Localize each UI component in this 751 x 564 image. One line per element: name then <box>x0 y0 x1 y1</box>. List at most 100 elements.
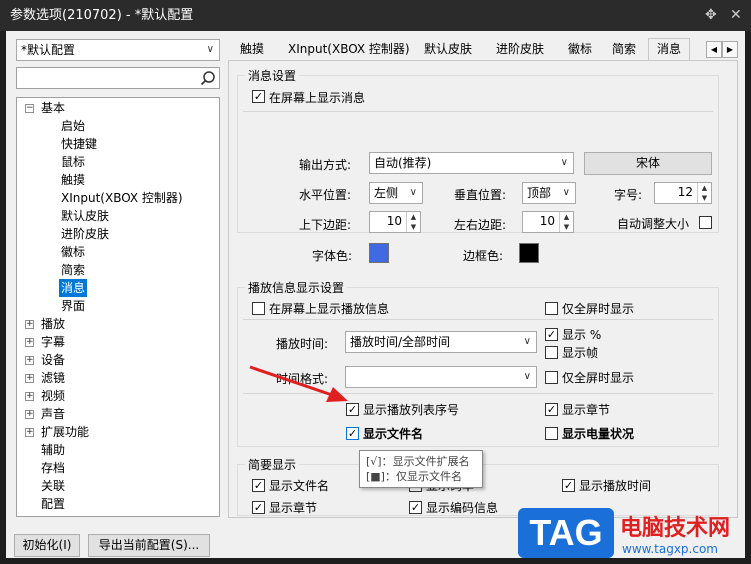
group-title: 播放信息显示设置 <box>245 279 348 296</box>
window-title: 参数选项(210702) - *默认配置 <box>10 8 194 23</box>
chevron-down-icon: ∨ <box>562 187 570 198</box>
show-frame-checkbox[interactable] <box>545 346 558 359</box>
profile-select[interactable]: *默认配置 ∨ <box>16 39 220 61</box>
tab[interactable]: 默认皮肤 <box>424 40 472 60</box>
tab[interactable]: 简索 <box>612 40 636 60</box>
font-color-swatch[interactable] <box>369 243 389 263</box>
expand-icon[interactable]: + <box>25 338 34 347</box>
tree-item[interactable]: 视频 <box>41 387 65 405</box>
tooltip-line: [■]：仅显示文件名 <box>366 470 462 483</box>
fullscreen-only-label-1: 仅全屏时显示 <box>562 302 635 316</box>
chevron-down-icon: ∨ <box>409 187 417 198</box>
tab[interactable]: 进阶皮肤 <box>496 40 544 60</box>
tab[interactable]: 徽标 <box>568 40 592 60</box>
tree-item[interactable]: 存档 <box>41 459 65 477</box>
tab-next-button[interactable]: ▶ <box>722 41 738 58</box>
pin-icon[interactable]: ✥ <box>705 0 717 31</box>
tree-item[interactable]: XInput(XBOX 控制器) <box>61 189 183 207</box>
init-button[interactable]: 初始化(I) <box>14 534 80 557</box>
tree-item-basic[interactable]: 基本 <box>41 99 65 117</box>
show-chapter-checkbox[interactable]: ✓ <box>545 403 558 416</box>
show-battery-checkbox[interactable] <box>545 427 558 440</box>
tree-item[interactable]: 设备 <box>41 351 65 369</box>
vpos-select[interactable]: 顶部 ∨ <box>522 182 576 204</box>
tree-item[interactable]: 快捷键 <box>61 135 97 153</box>
dialog-client: *默认配置 ∨ − 基本 启始 快捷键 鼠标 触摸 XInput(XBOX 控制器) 默认… <box>6 31 745 558</box>
tooltip: [√]：显示文件扩展名 [■]：仅显示文件名 <box>359 450 483 488</box>
show-percent-checkbox[interactable]: ✓ <box>545 328 558 341</box>
spin-down-icon[interactable]: ▼ <box>559 222 573 232</box>
title-bar: 参数选项(210702) - *默认配置 ✥ ✕ <box>0 0 751 31</box>
tree-item[interactable]: 声音 <box>41 405 65 423</box>
tree-item[interactable]: 界面 <box>61 297 85 315</box>
fontsize-spinner[interactable]: 12 ▲ ▼ <box>654 182 712 204</box>
tree-item[interactable]: 启始 <box>61 117 85 135</box>
tab[interactable]: XInput(XBOX 控制器) <box>288 40 410 60</box>
fullscreen-only-checkbox-2[interactable] <box>545 371 558 384</box>
tree-item[interactable]: 字幕 <box>41 333 65 351</box>
font-button[interactable]: 宋体 <box>584 152 712 175</box>
tree-item[interactable]: 扩展功能 <box>41 423 89 441</box>
show-frame-label: 显示帧 <box>562 346 599 360</box>
playtime-value: 播放时间/全部时间 <box>350 335 451 349</box>
tree-item[interactable]: 关联 <box>41 477 65 495</box>
tree-item[interactable]: 播放 <box>41 315 65 333</box>
tab[interactable]: 触摸 <box>240 40 264 60</box>
hpos-value: 左侧 <box>374 186 399 200</box>
tab-prev-button[interactable]: ◀ <box>706 41 722 58</box>
brief-codec-checkbox[interactable]: ✓ <box>409 501 422 514</box>
brief-chapter-checkbox[interactable]: ✓ <box>252 501 265 514</box>
hpos-select[interactable]: 左侧 ∨ <box>369 182 423 204</box>
tree-item[interactable]: 辅助 <box>41 441 65 459</box>
spin-up-icon[interactable]: ▲ <box>559 212 573 222</box>
watermark-url: www.tagxp.com <box>622 542 718 556</box>
autosize-label: 自动调整大小 <box>617 217 690 231</box>
expand-icon[interactable]: + <box>25 410 34 419</box>
tree-item[interactable]: 配置 <box>41 495 65 513</box>
tree-item[interactable]: 徽标 <box>61 243 85 261</box>
search-input[interactable] <box>19 69 197 87</box>
category-tree: − 基本 启始 快捷键 鼠标 触摸 XInput(XBOX 控制器) 默认皮肤 进阶皮肤 徽标… <box>16 97 220 517</box>
show-filename-label: 显示文件名 <box>363 427 424 441</box>
search-icon[interactable] <box>200 70 216 86</box>
close-icon[interactable]: ✕ <box>730 0 742 31</box>
timeformat-select[interactable]: ∨ <box>345 366 537 388</box>
spin-down-icon[interactable]: ▼ <box>697 193 711 203</box>
tree-item[interactable]: 鼠标 <box>61 153 85 171</box>
chevron-down-icon: ∨ <box>206 44 214 55</box>
tree-item[interactable]: 触摸 <box>61 171 85 189</box>
spin-up-icon[interactable]: ▲ <box>697 183 711 193</box>
search-box <box>16 67 220 89</box>
export-config-button[interactable]: 导出当前配置(S)... <box>88 534 210 557</box>
tab-strip: 触摸 XInput(XBOX 控制器) 默认皮肤 进阶皮肤 徽标 简索 消息 ◀ ▶ <box>228 31 738 61</box>
spin-up-icon[interactable]: ▲ <box>406 212 420 222</box>
brief-playtime-checkbox[interactable]: ✓ <box>562 479 575 492</box>
show-filename-checkbox[interactable]: ✓ <box>346 427 359 440</box>
expand-icon[interactable]: + <box>25 320 34 329</box>
spin-down-icon[interactable]: ▼ <box>406 222 420 232</box>
output-select[interactable]: 自动(推荐) ∨ <box>369 152 574 174</box>
tree-item[interactable]: 简索 <box>61 261 85 279</box>
fullscreen-only-checkbox-1[interactable] <box>545 302 558 315</box>
tree-item[interactable]: 默认皮肤 <box>61 207 109 225</box>
border-color-swatch[interactable] <box>519 243 539 263</box>
vmargin-spinner[interactable]: 10 ▲ ▼ <box>369 211 421 233</box>
show-play-info-checkbox[interactable] <box>252 302 265 315</box>
autosize-checkbox[interactable] <box>699 216 712 229</box>
expand-icon[interactable]: + <box>25 392 34 401</box>
expand-icon[interactable]: + <box>25 374 34 383</box>
chevron-down-icon: ∨ <box>560 157 568 168</box>
watermark: TAG 电脑技术网 www.tagxp.com <box>518 506 746 560</box>
playtime-select[interactable]: 播放时间/全部时间 ∨ <box>345 331 537 353</box>
hmargin-spinner[interactable]: 10 ▲ ▼ <box>522 211 574 233</box>
tree-item[interactable]: 滤镜 <box>41 369 65 387</box>
tree-item[interactable]: 消息 <box>59 279 88 297</box>
expand-icon[interactable]: + <box>25 356 34 365</box>
divider <box>243 319 713 320</box>
brief-filename-checkbox[interactable]: ✓ <box>252 479 265 492</box>
collapse-icon[interactable]: − <box>25 104 34 113</box>
expand-icon[interactable]: + <box>25 428 34 437</box>
tree-item[interactable]: 进阶皮肤 <box>61 225 109 243</box>
show-message-checkbox[interactable]: ✓ <box>252 90 265 103</box>
tab[interactable]: 消息 <box>648 38 691 61</box>
